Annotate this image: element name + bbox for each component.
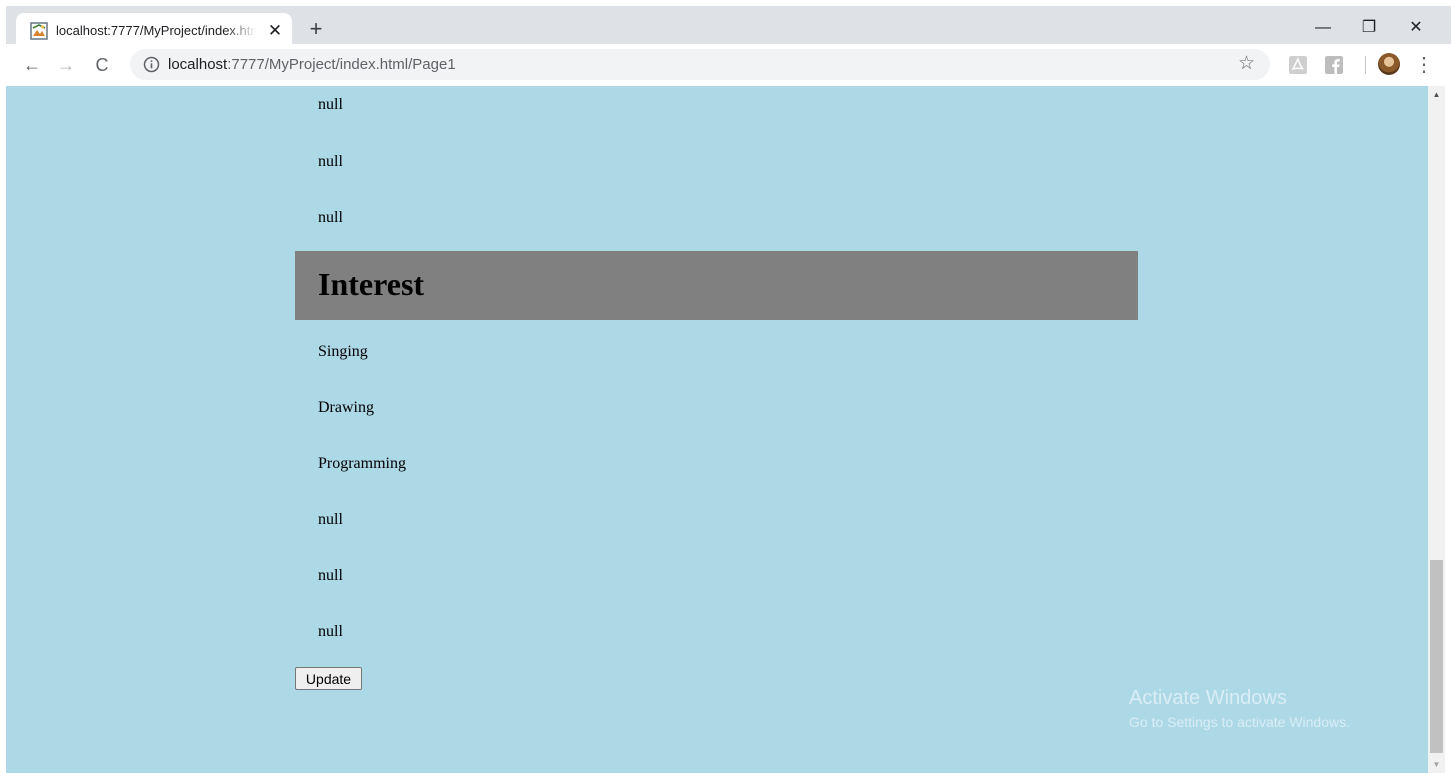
browser-menu-icon[interactable]: ⋮ <box>1414 52 1434 78</box>
url-host: localhost <box>168 56 228 73</box>
list-item: null <box>318 96 343 113</box>
activate-windows-watermark: Activate Windows Go to Settings to activ… <box>1129 687 1350 730</box>
info-icon[interactable] <box>143 56 160 73</box>
url-path: :7777/MyProject/index.html/Page1 <box>227 56 456 73</box>
list-item: null <box>318 209 343 226</box>
forward-button[interactable]: → <box>53 52 79 78</box>
scroll-thumb[interactable] <box>1430 560 1443 753</box>
facebook-extension-icon[interactable] <box>1325 56 1343 74</box>
toolbar-divider <box>1365 56 1366 74</box>
profile-avatar[interactable] <box>1378 53 1400 75</box>
section-heading: Interest <box>318 266 425 302</box>
vertical-scrollbar[interactable]: ▲ ▼ <box>1428 86 1445 773</box>
update-button[interactable]: Update <box>295 667 362 690</box>
favicon-icon <box>30 22 48 40</box>
scroll-down-arrow-icon[interactable]: ▼ <box>1428 756 1445 773</box>
close-window-button[interactable]: ✕ <box>1393 12 1439 44</box>
minimize-button[interactable]: — <box>1300 12 1346 44</box>
interest-item: null <box>318 511 343 528</box>
bookmark-star-icon[interactable]: ☆ <box>1238 53 1255 75</box>
browser-window: localhost:7777/MyProject/index.html/Page… <box>0 0 1451 773</box>
interest-item: null <box>318 567 343 584</box>
browser-toolbar: ← → C localhost:7777/MyProject/index.htm… <box>6 44 1451 86</box>
tab-strip: localhost:7777/MyProject/index.html/Page… <box>6 6 1451 51</box>
restore-button[interactable]: ❐ <box>1346 12 1392 44</box>
tab-close-icon[interactable]: ✕ <box>264 20 286 42</box>
watermark-subtitle: Go to Settings to activate Windows. <box>1129 714 1350 730</box>
url-text[interactable]: localhost:7777/MyProject/index.html/Page… <box>168 56 456 73</box>
interest-item: null <box>318 623 343 640</box>
interest-item: Programming <box>318 455 406 472</box>
section-heading-bar: Interest <box>295 251 1138 320</box>
scroll-up-arrow-icon[interactable]: ▲ <box>1428 86 1445 103</box>
list-item: null <box>318 153 343 170</box>
interest-item: Singing <box>318 343 368 360</box>
new-tab-button[interactable]: + <box>302 16 330 44</box>
pdf-extension-icon[interactable] <box>1289 56 1307 74</box>
window-edge <box>1445 86 1451 773</box>
address-bar[interactable]: localhost:7777/MyProject/index.html/Page… <box>130 49 1270 80</box>
page-viewport: null null null Interest Singing Drawing … <box>6 86 1428 773</box>
back-button[interactable]: ← <box>19 52 45 78</box>
reload-button[interactable]: C <box>89 52 115 78</box>
interest-item: Drawing <box>318 399 374 416</box>
tab-title: localhost:7777/MyProject/index.html/Page… <box>56 23 256 38</box>
watermark-title: Activate Windows <box>1129 687 1287 709</box>
